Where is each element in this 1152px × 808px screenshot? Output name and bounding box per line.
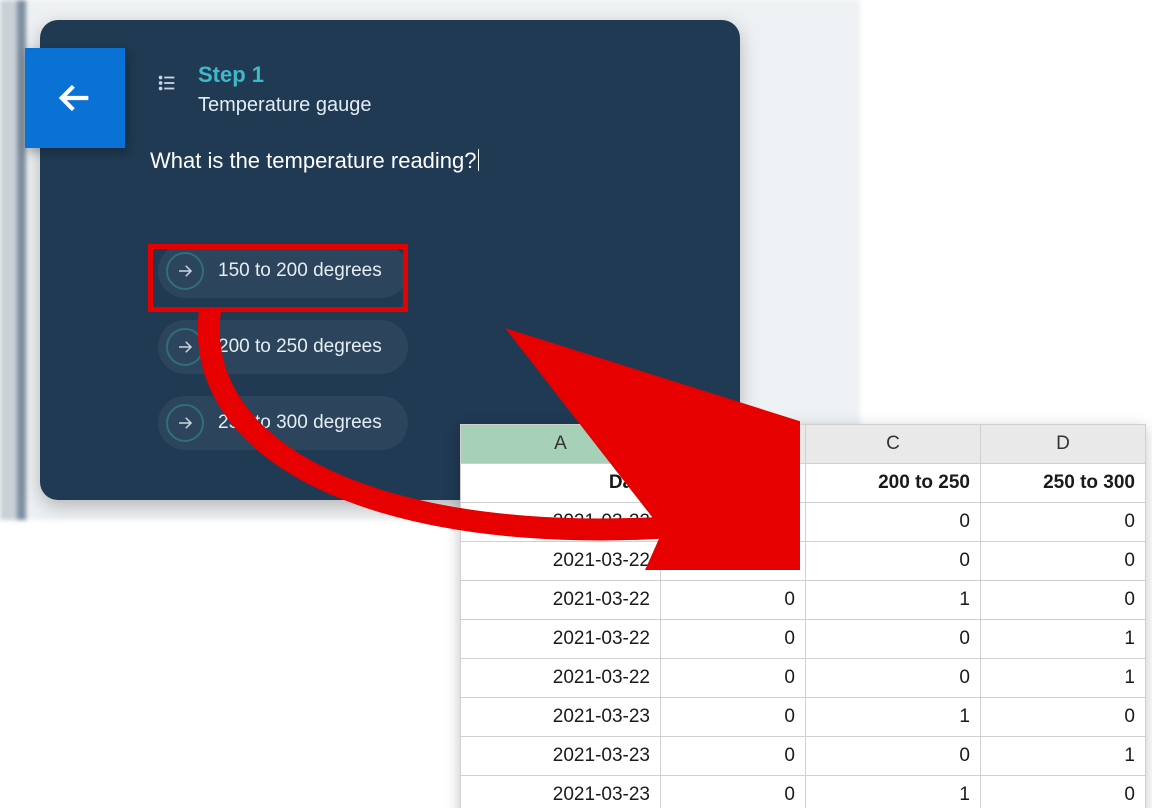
cell-val[interactable]: 1 — [806, 698, 981, 737]
cell-val[interactable]: 0 — [981, 503, 1146, 542]
cell-val[interactable]: 1 — [661, 503, 806, 542]
cell-val[interactable]: 0 — [981, 698, 1146, 737]
table-row: 2021-03-23 0 0 1 — [461, 737, 1146, 776]
cell-val[interactable]: 0 — [661, 620, 806, 659]
cell-val[interactable]: 0 — [981, 776, 1146, 808]
header-250-300[interactable]: 250 to 300 — [981, 464, 1146, 503]
question-text: What is the temperature reading? — [150, 148, 479, 174]
arrow-left-icon — [55, 78, 95, 118]
col-letter-d[interactable]: D — [981, 425, 1146, 464]
col-letter-a[interactable]: A — [461, 425, 661, 464]
header-150-200[interactable]: 150 to 200 — [661, 464, 806, 503]
option-label: 150 to 200 degrees — [218, 260, 382, 282]
header-row: Date 150 to 200 200 to 250 250 to 300 — [461, 464, 1146, 503]
cell-val[interactable]: 1 — [806, 776, 981, 808]
cell-val[interactable]: 0 — [661, 581, 806, 620]
cell-date[interactable]: 2021-03-23 — [461, 737, 661, 776]
spreadsheet: A B C D Date 150 to 200 200 to 250 250 t… — [460, 424, 1145, 808]
table-row: 2021-03-22 1 0 0 — [461, 542, 1146, 581]
cell-val[interactable]: 1 — [981, 659, 1146, 698]
cell-val[interactable]: 1 — [981, 620, 1146, 659]
step-subtitle: Temperature gauge — [198, 94, 371, 117]
cell-val[interactable]: 0 — [981, 581, 1146, 620]
option-150-200[interactable]: 150 to 200 degrees — [158, 244, 408, 298]
cell-date[interactable]: 2021-03-22 — [461, 542, 661, 581]
cell-date[interactable]: 2021-03-23 — [461, 776, 661, 808]
cell-date[interactable]: 2021-03-22 — [461, 659, 661, 698]
step-number-label: Step 1 — [198, 62, 264, 88]
arrow-right-icon — [166, 252, 204, 290]
option-200-250[interactable]: 200 to 250 degrees — [158, 320, 408, 374]
table-row: 2021-03-22 0 0 1 — [461, 620, 1146, 659]
arrow-right-icon — [166, 404, 204, 442]
column-letter-row: A B C D — [461, 425, 1146, 464]
cell-val[interactable]: 0 — [806, 542, 981, 581]
table-row: 2021-03-22 1 0 0 — [461, 503, 1146, 542]
spreadsheet-table: A B C D Date 150 to 200 200 to 250 250 t… — [460, 424, 1146, 808]
option-label: 250 to 300 degrees — [218, 412, 382, 434]
option-label: 200 to 250 degrees — [218, 336, 382, 358]
option-250-300[interactable]: 250 to 300 degrees — [158, 396, 408, 450]
cell-date[interactable]: 2021-03-22 — [461, 620, 661, 659]
cell-val[interactable]: 0 — [806, 620, 981, 659]
col-letter-c[interactable]: C — [806, 425, 981, 464]
cell-date[interactable]: 2021-03-23 — [461, 698, 661, 737]
cell-val[interactable]: 1 — [806, 581, 981, 620]
text-cursor-icon — [478, 149, 479, 171]
cell-val[interactable]: 0 — [806, 737, 981, 776]
col-letter-b[interactable]: B — [661, 425, 806, 464]
table-row: 2021-03-23 0 1 0 — [461, 776, 1146, 808]
arrow-right-icon — [166, 328, 204, 366]
header-date[interactable]: Date — [461, 464, 661, 503]
cell-val[interactable]: 0 — [981, 542, 1146, 581]
cell-val[interactable]: 1 — [661, 542, 806, 581]
list-icon — [156, 72, 178, 94]
cell-val[interactable]: 0 — [661, 776, 806, 808]
cell-val[interactable]: 0 — [661, 698, 806, 737]
table-row: 2021-03-22 0 0 1 — [461, 659, 1146, 698]
cell-date[interactable]: 2021-03-22 — [461, 503, 661, 542]
cell-val[interactable]: 0 — [661, 659, 806, 698]
table-row: 2021-03-23 0 1 0 — [461, 698, 1146, 737]
cell-val[interactable]: 0 — [806, 659, 981, 698]
cell-val[interactable]: 1 — [981, 737, 1146, 776]
cell-val[interactable]: 0 — [806, 503, 981, 542]
question-text-value: What is the temperature reading? — [150, 148, 477, 173]
header-200-250[interactable]: 200 to 250 — [806, 464, 981, 503]
option-list: 150 to 200 degrees 200 to 250 degrees 25… — [158, 244, 408, 450]
cell-val[interactable]: 0 — [661, 737, 806, 776]
cell-date[interactable]: 2021-03-22 — [461, 581, 661, 620]
table-row: 2021-03-22 0 1 0 — [461, 581, 1146, 620]
back-button[interactable] — [25, 48, 125, 148]
